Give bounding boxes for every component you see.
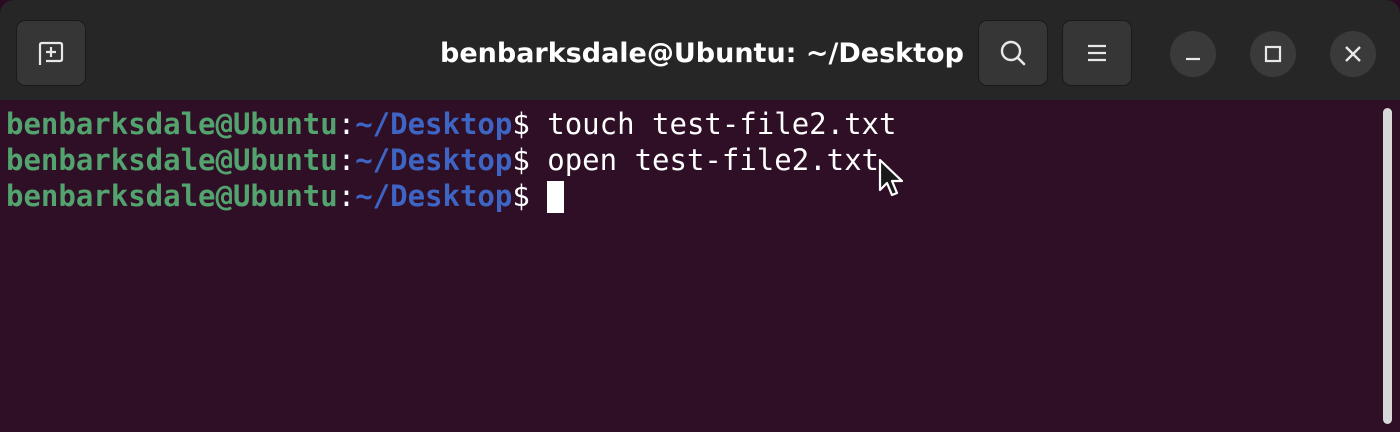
prompt-path: ~/Desktop: [355, 143, 513, 177]
close-icon: [1345, 46, 1361, 62]
prompt-path: ~/Desktop: [355, 179, 513, 213]
terminal-line: benbarksdale@Ubuntu:~/Desktop$: [6, 178, 565, 214]
mouse-pointer-icon: [878, 158, 904, 197]
hamburger-menu-icon: [1088, 44, 1106, 62]
prompt-symbol: $: [512, 143, 548, 177]
terminal-line: benbarksdale@Ubuntu:~/Desktop$ open test…: [6, 142, 879, 178]
minimize-button[interactable]: [1170, 31, 1216, 77]
prompt-symbol: $: [512, 179, 548, 213]
window-title: benbarksdale@Ubuntu: ~/Desktop: [440, 38, 964, 69]
close-button[interactable]: [1330, 31, 1376, 77]
text-cursor: [547, 181, 565, 213]
search-icon: [1000, 40, 1026, 66]
prompt-user: benbarksdale@Ubuntu: [6, 107, 338, 141]
prompt-symbol: $: [512, 107, 548, 141]
prompt-separator: :: [337, 107, 356, 141]
terminal-output[interactable]: benbarksdale@Ubuntu:~/Desktop$ touch tes…: [0, 100, 1400, 432]
maximize-button[interactable]: [1250, 31, 1296, 77]
prompt-separator: :: [337, 179, 356, 213]
terminal-line: benbarksdale@Ubuntu:~/Desktop$ touch tes…: [6, 106, 896, 142]
title-bar[interactable]: benbarksdale@Ubuntu: ~/Desktop: [0, 0, 1400, 100]
command-text: open test-file2.txt: [547, 143, 879, 177]
terminal-window: benbarksdale@Ubuntu: ~/Desktop benbarksd…: [0, 0, 1400, 432]
prompt-path: ~/Desktop: [355, 107, 513, 141]
search-button[interactable]: [978, 20, 1048, 86]
prompt-separator: :: [337, 143, 356, 177]
menu-button[interactable]: [1062, 20, 1132, 86]
new-tab-icon: [38, 41, 64, 65]
prompt-user: benbarksdale@Ubuntu: [6, 143, 338, 177]
prompt-user: benbarksdale@Ubuntu: [6, 179, 338, 213]
command-text: touch test-file2.txt: [547, 107, 897, 141]
maximize-icon: [1264, 45, 1282, 63]
new-tab-button[interactable]: [16, 20, 86, 86]
minimize-icon: [1186, 57, 1200, 61]
scrollbar[interactable]: [1383, 108, 1392, 424]
